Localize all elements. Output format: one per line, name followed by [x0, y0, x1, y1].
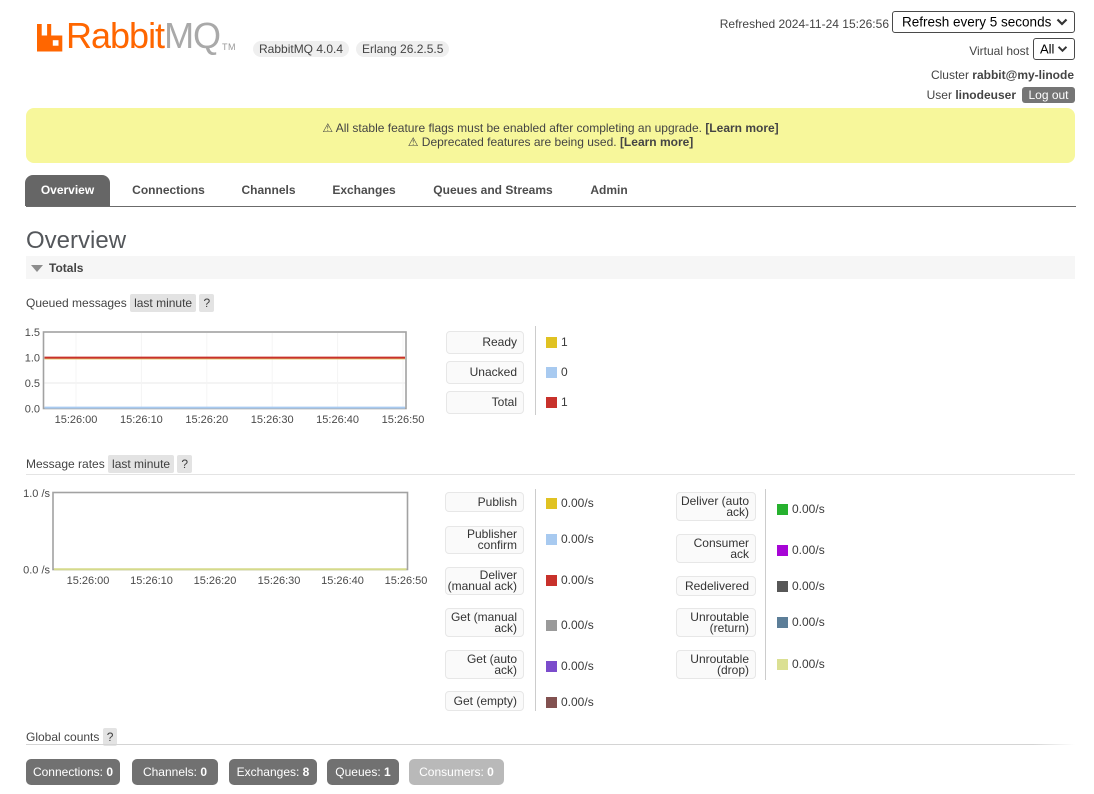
svg-text:1.5: 1.5 — [25, 327, 40, 339]
svg-text:0.0 /s: 0.0 /s — [23, 565, 50, 577]
svg-text:15:26:00: 15:26:00 — [55, 414, 98, 426]
svg-text:15:26:10: 15:26:10 — [130, 575, 173, 587]
svg-text:15:26:30: 15:26:30 — [258, 575, 301, 587]
svg-text:15:26:20: 15:26:20 — [194, 575, 237, 587]
svg-text:0.0: 0.0 — [25, 404, 40, 416]
svg-text:15:26:10: 15:26:10 — [120, 414, 163, 426]
svg-text:15:26:00: 15:26:00 — [67, 575, 110, 587]
svg-text:15:26:30: 15:26:30 — [251, 414, 294, 426]
svg-text:1.0 /s: 1.0 /s — [23, 488, 50, 500]
svg-text:15:26:40: 15:26:40 — [316, 414, 359, 426]
svg-text:1.0: 1.0 — [25, 353, 40, 365]
svg-text:0.5: 0.5 — [25, 378, 40, 390]
svg-text:15:26:50: 15:26:50 — [382, 414, 425, 426]
svg-text:15:26:50: 15:26:50 — [385, 575, 428, 587]
svg-text:15:26:20: 15:26:20 — [185, 414, 228, 426]
svg-text:15:26:40: 15:26:40 — [321, 575, 364, 587]
